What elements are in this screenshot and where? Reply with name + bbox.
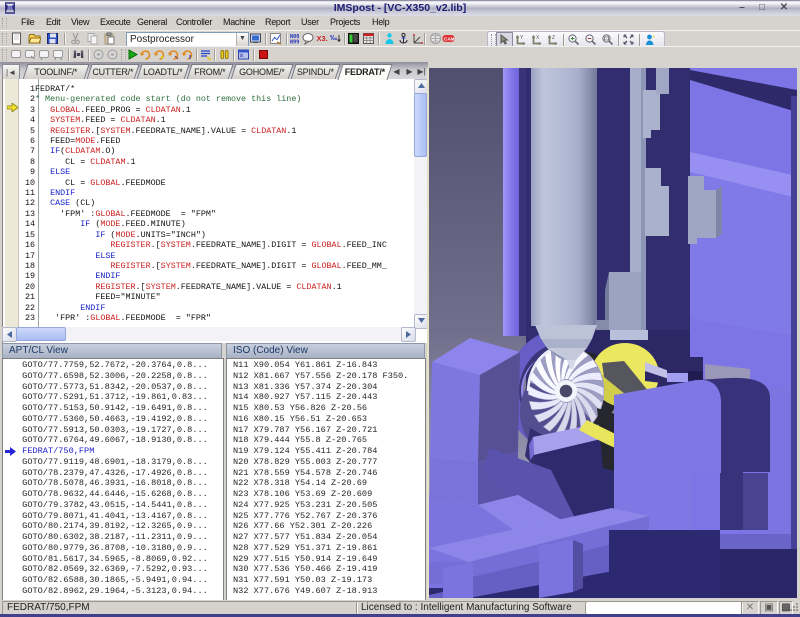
svg-text:N99: N99 xyxy=(290,40,299,45)
svg-text:✦: ✦ xyxy=(652,34,656,39)
svg-text:Z: Z xyxy=(552,35,555,41)
svg-text:X3.: X3. xyxy=(317,34,328,43)
svg-text:Y: Y xyxy=(520,35,524,41)
svg-text:X: X xyxy=(536,35,540,41)
svg-text:‰: ‰ xyxy=(330,35,337,42)
svg-text:CAM: CAM xyxy=(444,37,455,42)
